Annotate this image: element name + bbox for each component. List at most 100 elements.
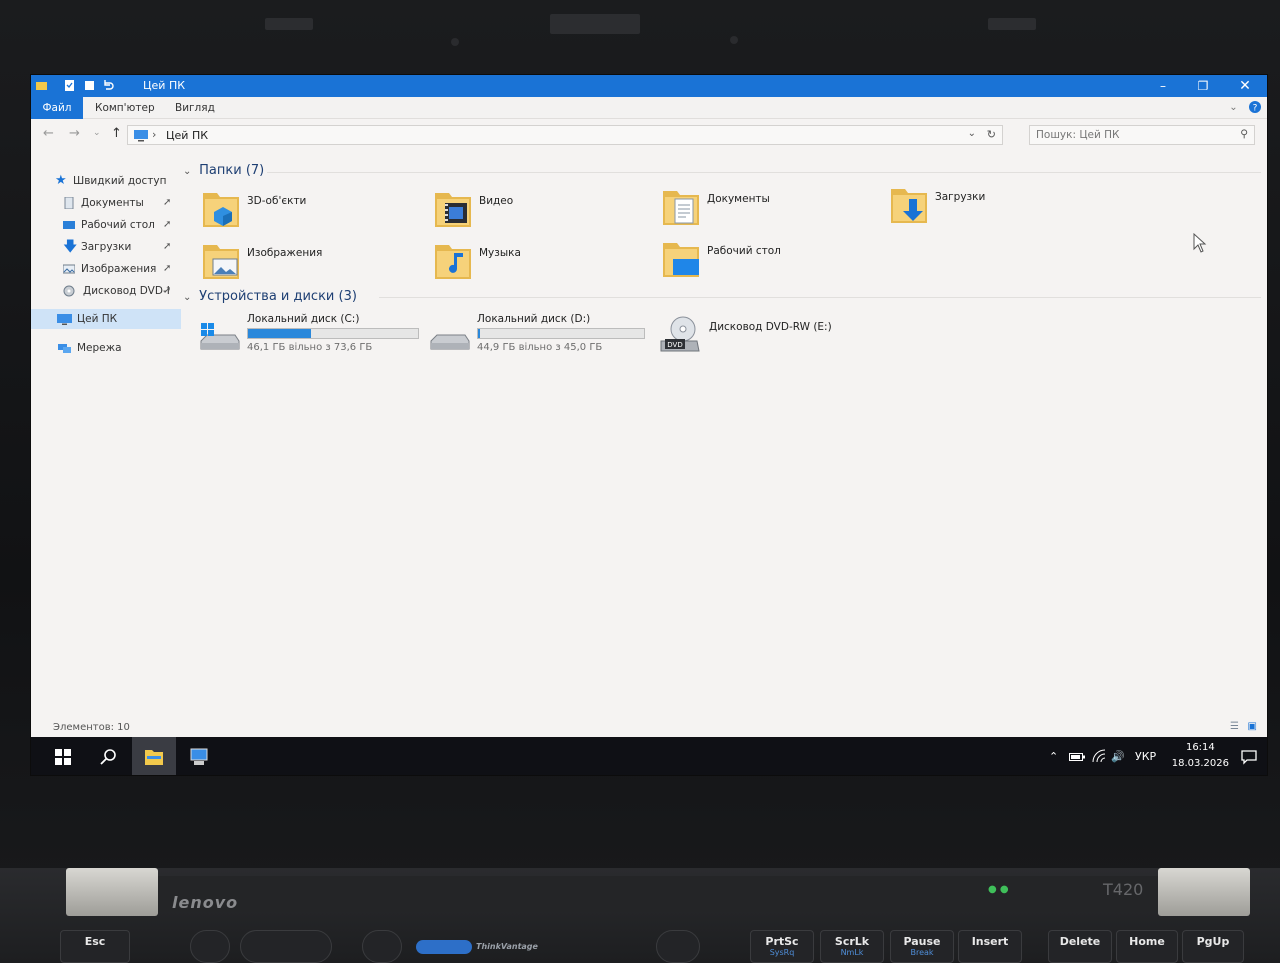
taskbar-app[interactable] [177,737,221,775]
folder-videos[interactable]: Видео [433,187,653,233]
restore-button[interactable]: ❐ [1183,75,1223,97]
folder-downloads[interactable]: Загрузки [889,183,1109,229]
documents-icon [64,197,74,209]
pictures-icon [63,264,75,274]
group-header-devices[interactable]: ⌄ Устройства и диски (3) [183,289,357,309]
tab-computer[interactable]: Комп'ютер [85,97,165,119]
chevron-down-icon[interactable]: ⌄ [1229,102,1237,113]
drive-c[interactable]: Локальний диск (C:) 46,1 ГБ вільно з 73,… [197,313,423,359]
wifi-icon[interactable] [1091,748,1107,764]
thinkvantage-label: ThinkVantage [476,942,538,951]
svg-text:DVD: DVD [667,341,682,349]
nav-item-label: Цей ПК [77,313,118,325]
documents-folder-icon [663,191,699,225]
mouse-cursor-icon [1193,233,1207,253]
tiles-view-icon[interactable]: ▣ [1248,721,1257,732]
recent-chevron-icon[interactable]: ⌄ [93,128,101,138]
clock[interactable]: 16:14 18.03.2026 [1172,740,1229,772]
folder-label: Документы [707,193,770,205]
start-button[interactable] [41,737,85,775]
nav-item-pictures[interactable]: Изображения ➚ [31,259,181,279]
new-folder-icon[interactable] [83,79,96,92]
close-button[interactable]: ✕ [1225,75,1265,97]
properties-icon[interactable] [63,79,76,92]
tab-view[interactable]: Вигляд [165,97,225,119]
key-scrlk: ScrLk NmLk [820,930,884,963]
nav-item-this-pc[interactable]: Цей ПК [31,309,181,329]
brand-logo: lenovo [172,893,239,912]
drive-usage-fill [248,329,311,338]
up-arrow-icon[interactable]: ↑ [111,126,122,141]
key-pgup: PgUp [1182,930,1244,963]
search-button[interactable] [87,737,131,775]
pin-icon: ➚ [163,285,172,296]
key-pause: Pause Break [890,930,954,963]
drive-e-dvd[interactable]: DVD Дисковод DVD-RW (E:) [659,313,885,359]
folder-desktop[interactable]: Рабочий стол [661,237,881,283]
refresh-icon[interactable]: ↻ [987,128,996,141]
computer-icon [134,130,148,142]
nav-item-label: Дисковод DVD-I [83,285,170,297]
group-divider [267,172,1261,173]
details-view-icon[interactable]: ☰ [1230,721,1239,732]
bezel-clip [988,18,1036,30]
key-home: Home [1116,930,1178,963]
drive-label: Локальний диск (C:) [247,313,360,325]
hard-drive-icon [430,334,470,350]
webcam-housing [550,14,640,34]
show-hidden-icons-icon[interactable]: ⌃ [1049,750,1058,763]
nav-item-dvd-drive[interactable]: Дисковод DVD-I ➚ [31,281,181,301]
breadcrumb-separator-icon: › [152,128,157,141]
drive-free-space: 44,9 ГБ вільно з 45,0 ГБ [477,342,603,353]
drive-label: Дисковод DVD-RW (E:) [709,321,832,333]
minimize-button[interactable]: – [1143,75,1183,97]
content-area: ⌄ Папки (7) 3D-об'єкти Видео Документы З… [183,149,1267,719]
tab-file[interactable]: Файл [31,97,83,119]
action-center-icon[interactable] [1241,749,1257,765]
group-header-folders[interactable]: ⌄ Папки (7) [183,163,264,183]
volume-icon[interactable]: 🔊 [1111,750,1125,763]
desktop-folder-icon [663,243,699,277]
computer-management-icon [190,748,208,765]
navigation-pane: ★ Швидкий доступ Документы ➚ Рабочий сто… [31,149,181,719]
folder-3d-objects[interactable]: 3D-об'єкти [201,187,421,233]
battery-icon[interactable] [1069,752,1085,762]
drive-d[interactable]: Локальний диск (D:) 44,9 ГБ вільно з 45,… [427,313,653,359]
group-header-label: Папки (7) [199,163,265,178]
ribbon-controls: ⌄ ? [1229,101,1261,114]
key-insert: Insert [958,930,1022,963]
nav-item-desktop[interactable]: Рабочий стол ➚ [31,215,181,235]
nav-item-network[interactable]: Мережа [31,338,181,358]
nav-item-documents[interactable]: Документы ➚ [31,193,181,213]
model-label: T420 [1103,880,1144,899]
nav-item-label: Загрузки [81,241,132,253]
nav-item-quick-access[interactable]: ★ Швидкий доступ [31,171,181,191]
address-dropdown-icon[interactable]: ⌄ [968,128,976,139]
input-language[interactable]: УКР [1135,750,1156,763]
address-bar[interactable]: › Цей ПК ⌄ ↻ [127,125,1003,145]
status-led-icon: ● ● [988,884,1009,895]
folder-music[interactable]: Музыка [433,239,653,285]
sensor-dot [730,36,738,44]
window-title: Цей ПК [143,79,186,92]
search-icon[interactable]: ⚲ [1240,128,1248,140]
taskbar-file-explorer[interactable] [132,737,176,775]
back-arrow-icon[interactable]: ← [43,126,54,141]
help-icon[interactable]: ? [1249,101,1261,114]
drive-usage-bar [247,328,419,339]
undo-icon[interactable] [101,79,114,92]
dvd-drive-icon: DVD [660,316,700,352]
screen: Цей ПК – ❐ ✕ Файл Комп'ютер Вигляд ⌄ ? ←… [30,74,1268,776]
folder-pictures[interactable]: Изображения [201,239,421,285]
folder-documents[interactable]: Документы [661,185,881,231]
folder-label: 3D-об'єкти [247,195,307,207]
search-input[interactable] [1030,126,1220,144]
pin-icon: ➚ [163,241,172,252]
nav-item-label: Швидкий доступ [73,175,167,187]
key-mic [362,930,402,963]
group-header-label: Устройства и диски (3) [199,289,357,304]
group-divider [379,297,1261,298]
nav-item-downloads[interactable]: 🡇 Загрузки ➚ [31,237,181,257]
explorer-icon [36,82,47,90]
forward-arrow-icon[interactable]: → [69,126,80,141]
